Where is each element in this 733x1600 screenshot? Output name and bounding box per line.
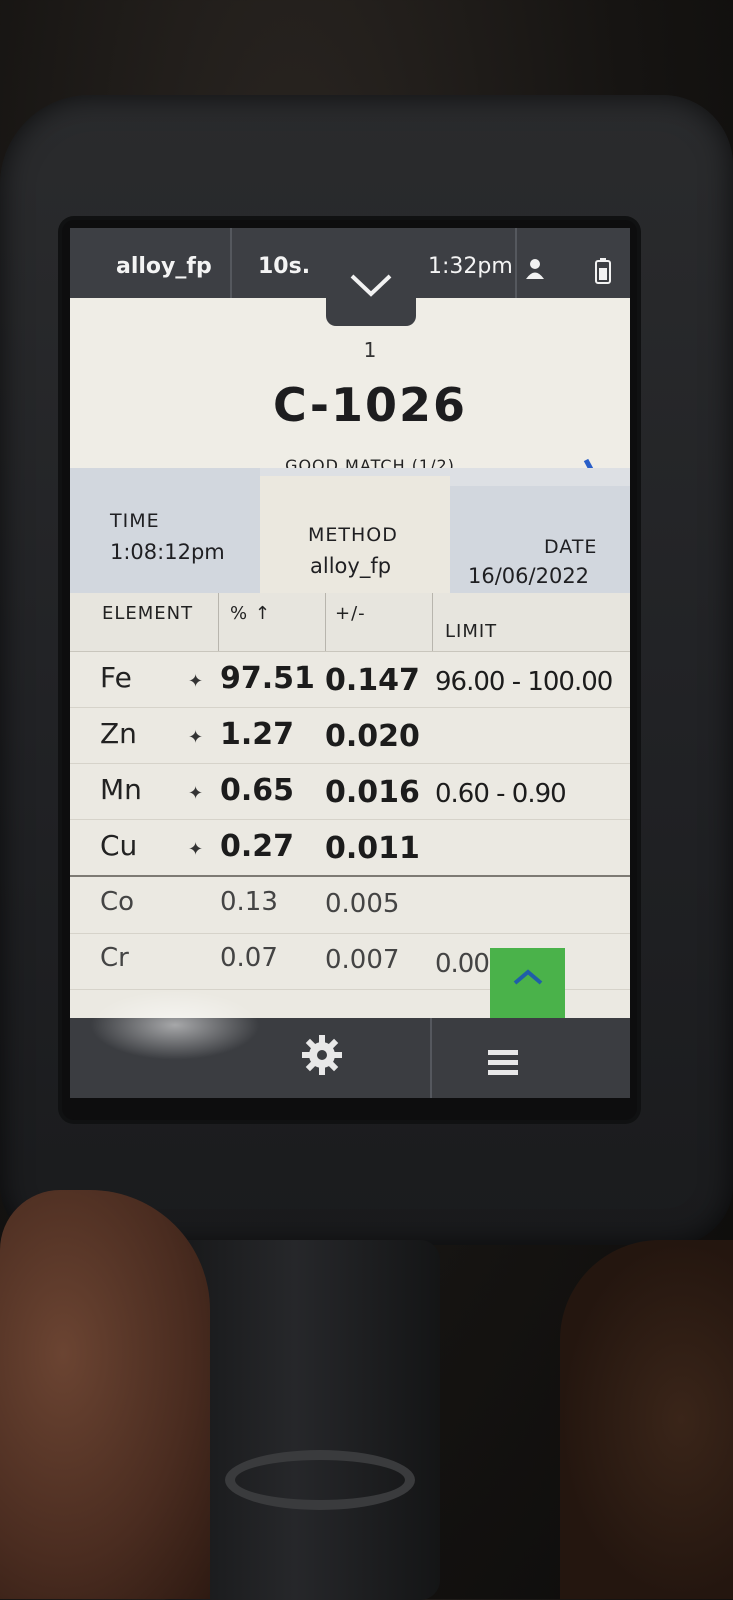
status-divider	[515, 228, 517, 298]
row-limit: 96.00 - 100.00	[435, 667, 613, 697]
row-element: Zn	[100, 717, 137, 750]
toolbar-divider	[430, 1018, 432, 1098]
row-percent: 0.13	[220, 887, 278, 917]
date-label: DATE	[544, 536, 598, 558]
row-percent: 97.51	[220, 661, 315, 696]
battery-icon	[595, 258, 611, 288]
scroll-up-button[interactable]	[490, 948, 565, 1018]
row-element: Co	[100, 887, 135, 917]
bottom-toolbar	[70, 1018, 630, 1098]
header-error[interactable]: +/-	[335, 603, 366, 624]
row-element: Cr	[100, 943, 129, 973]
row-percent: 1.27	[220, 717, 295, 752]
collapse-tab[interactable]	[326, 248, 416, 326]
row-error: 0.011	[325, 831, 420, 866]
display: alloy_fp 10s. 1:32pm 1 C-1026 GOOD MATCH…	[70, 228, 630, 1098]
row-error: 0.020	[325, 719, 420, 754]
table-row[interactable]: Zn ✦ 1.27 0.020	[70, 707, 630, 764]
pin-icon[interactable]: ✦	[188, 783, 203, 804]
table-header: ELEMENT % ↑ +/- LIMIT	[70, 593, 630, 652]
sample-number: 1	[363, 338, 377, 362]
header-limit[interactable]: LIMIT	[445, 621, 497, 642]
header-element[interactable]: ELEMENT	[102, 603, 193, 624]
method-label: METHOD	[308, 524, 398, 546]
table-row[interactable]: Co 0.13 0.005	[70, 877, 630, 934]
row-limit: 0.60 - 0.90	[435, 779, 567, 809]
time-value: 1:08:12pm	[110, 540, 225, 564]
column-divider	[432, 593, 433, 651]
pin-icon[interactable]: ✦	[188, 671, 203, 692]
row-element: Cu	[100, 829, 138, 862]
info-panel: TIME 1:08:12pm METHOD alloy_fp DATE 16/0…	[70, 468, 630, 593]
chevron-up-icon	[513, 969, 543, 985]
header-percent[interactable]: % ↑	[230, 603, 271, 624]
hand-right	[560, 1240, 733, 1599]
hand	[0, 1190, 210, 1599]
row-error: 0.016	[325, 775, 420, 810]
row-percent: 0.27	[220, 829, 295, 864]
time-label: TIME	[110, 510, 160, 532]
status-divider	[230, 228, 232, 298]
pin-icon[interactable]: ✦	[188, 727, 203, 748]
table-row[interactable]: Mn ✦ 0.65 0.016 0.60 - 0.90	[70, 763, 630, 820]
row-percent: 0.65	[220, 773, 295, 808]
row-error: 0.005	[325, 889, 400, 919]
table-row[interactable]: Cu ✦ 0.27 0.011	[70, 819, 630, 876]
pin-icon[interactable]: ✦	[188, 839, 203, 860]
status-duration: 10s.	[258, 254, 311, 279]
grip-ring	[225, 1450, 415, 1510]
date-value: 16/06/2022	[468, 564, 590, 588]
method-value: alloy_fp	[310, 554, 392, 578]
row-element: Fe	[100, 661, 132, 694]
row-percent: 0.07	[220, 943, 278, 973]
row-error: 0.147	[325, 663, 420, 698]
gear-icon[interactable]	[300, 1033, 344, 1081]
alloy-grade: C-1026	[273, 378, 467, 432]
chevron-down-icon	[350, 274, 392, 297]
result-header: 1 C-1026 GOOD MATCH (1/2)	[70, 298, 630, 514]
table-row[interactable]: Fe ✦ 97.51 0.147 96.00 - 100.00	[70, 651, 630, 708]
row-error: 0.007	[325, 945, 400, 975]
menu-icon[interactable]	[488, 1050, 518, 1080]
time-section	[70, 468, 260, 593]
status-clock: 1:32pm	[428, 254, 513, 279]
status-method: alloy_fp	[116, 254, 212, 279]
row-element: Mn	[100, 773, 142, 806]
column-divider	[218, 593, 219, 651]
column-divider	[325, 593, 326, 651]
user-icon[interactable]	[525, 258, 545, 284]
